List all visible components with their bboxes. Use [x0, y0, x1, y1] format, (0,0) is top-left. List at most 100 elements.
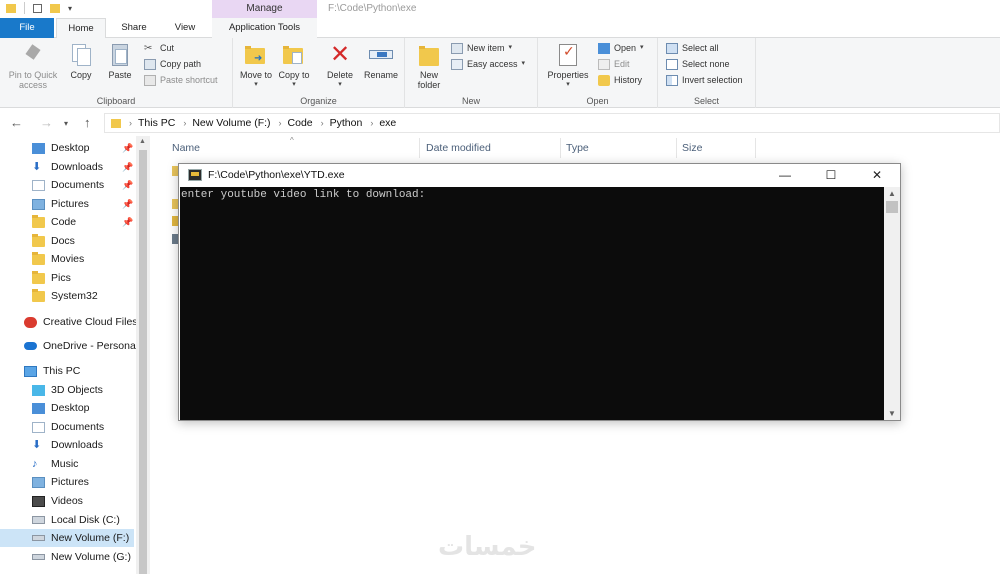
- nav-item-desktop[interactable]: Desktop 📌: [32, 139, 133, 157]
- delete-button[interactable]: ✕ Delete ▾: [321, 42, 359, 90]
- copy-path-button[interactable]: Copy path: [144, 57, 201, 71]
- nav-item-label: Desktop: [51, 402, 90, 414]
- tab-view[interactable]: View: [162, 18, 208, 38]
- nav-item-code[interactable]: Code 📌: [32, 213, 133, 231]
- nav-item-onedrive[interactable]: OneDrive - Personal: [24, 337, 138, 355]
- up-arrow-icon[interactable]: ↑: [84, 115, 91, 130]
- column-divider[interactable]: [419, 138, 420, 158]
- pin-icon[interactable]: 📌: [122, 176, 133, 194]
- forward-arrow-icon[interactable]: →: [40, 115, 53, 130]
- minimize-button[interactable]: —: [762, 164, 808, 187]
- console-output[interactable]: enter youtube video link to download:: [180, 187, 884, 420]
- rename-icon: [367, 42, 395, 68]
- paste-button[interactable]: Paste: [102, 42, 138, 80]
- nav-item-new-volume-f[interactable]: New Volume (F:): [0, 529, 134, 547]
- nav-item-label: Creative Cloud Files: [43, 316, 138, 328]
- recent-locations-icon[interactable]: ▾: [64, 119, 68, 128]
- nav-scrollbar-thumb[interactable]: [139, 150, 147, 574]
- tab-home[interactable]: Home: [56, 18, 106, 39]
- download-arrow-icon: ⬇: [32, 438, 42, 451]
- breadcrumb-python[interactable]: Python: [330, 117, 363, 129]
- nav-item-new-volume-g[interactable]: New Volume (G:): [32, 548, 131, 566]
- nav-item-docs[interactable]: Docs: [32, 232, 75, 250]
- nav-item-downloads[interactable]: ⬇ Downloads 📌: [32, 158, 133, 176]
- scroll-up-icon[interactable]: ▲: [139, 138, 146, 145]
- maximize-button[interactable]: ☐: [808, 164, 854, 187]
- tab-file[interactable]: File: [0, 18, 54, 38]
- tab-share[interactable]: Share: [110, 18, 158, 38]
- new-item-button[interactable]: New item ▾: [451, 41, 512, 55]
- history-button[interactable]: History: [598, 73, 642, 87]
- pin-quick-access-button[interactable]: Pin to Quick access: [4, 42, 62, 90]
- column-header-name[interactable]: Name: [172, 136, 200, 160]
- history-icon: [598, 74, 610, 86]
- copy-to-button[interactable]: Copy to ▾: [277, 42, 311, 90]
- edit-button[interactable]: Edit: [598, 57, 630, 71]
- customize-qat-icon[interactable]: ▾: [68, 4, 72, 13]
- select-all-button[interactable]: Select all: [666, 41, 719, 55]
- console-scrollbar[interactable]: ▲ ▼: [884, 187, 900, 420]
- properties-check-icon[interactable]: [33, 3, 42, 13]
- nav-item-pictures[interactable]: Pictures 📌: [32, 195, 133, 213]
- onedrive-cloud-icon: [24, 342, 37, 350]
- nav-item-music[interactable]: ♪ Music: [32, 455, 78, 473]
- console-title-bar[interactable]: F:\Code\Python\exe\YTD.exe — ☐ ✕: [179, 164, 900, 187]
- nav-item-3d-objects[interactable]: 3D Objects: [32, 381, 103, 399]
- new-folder-icon[interactable]: [50, 3, 60, 13]
- nav-item-downloads-pc[interactable]: ⬇ Downloads: [32, 436, 103, 454]
- tab-application-tools[interactable]: Application Tools: [212, 18, 317, 38]
- column-divider[interactable]: [560, 138, 561, 158]
- pin-icon[interactable]: 📌: [122, 213, 133, 231]
- nav-item-movies[interactable]: Movies: [32, 250, 84, 268]
- close-button[interactable]: ✕: [854, 164, 900, 187]
- properties-dropdown-icon: ▾: [566, 81, 570, 88]
- breadcrumb-new-volume-f[interactable]: New Volume (F:): [192, 117, 270, 129]
- console-window[interactable]: F:\Code\Python\exe\YTD.exe — ☐ ✕ enter y…: [178, 163, 901, 421]
- back-arrow-icon[interactable]: ←: [10, 115, 23, 130]
- clipboard-group-label: Clipboard: [96, 96, 136, 106]
- move-to-button[interactable]: ➜ Move to ▾: [239, 42, 273, 90]
- nav-item-creative-cloud[interactable]: Creative Cloud Files: [24, 313, 138, 331]
- cut-button[interactable]: ✂ Cut: [144, 41, 174, 55]
- nav-item-system32[interactable]: System32: [32, 287, 98, 305]
- breadcrumb-code[interactable]: Code: [288, 117, 313, 129]
- paste-shortcut-button[interactable]: Paste shortcut: [144, 73, 218, 87]
- copy-button[interactable]: Copy: [64, 42, 98, 80]
- console-app-icon: [188, 169, 202, 181]
- pin-icon[interactable]: 📌: [122, 158, 133, 176]
- breadcrumb-exe[interactable]: exe: [379, 117, 396, 129]
- nav-item-videos[interactable]: Videos: [32, 492, 83, 510]
- nav-item-this-pc[interactable]: This PC: [24, 362, 80, 380]
- scroll-up-icon[interactable]: ▲: [888, 189, 896, 198]
- column-header-date-modified[interactable]: Date modified: [426, 136, 491, 160]
- easy-access-button[interactable]: Easy access ▾: [451, 57, 525, 71]
- nav-item-pictures-pc[interactable]: Pictures: [32, 473, 89, 491]
- nav-item-pics[interactable]: Pics: [32, 269, 71, 287]
- console-scrollbar-thumb[interactable]: [886, 201, 898, 213]
- properties-button[interactable]: ✓ Properties ▾: [542, 42, 594, 90]
- pin-icon[interactable]: 📌: [122, 139, 133, 157]
- select-none-icon: [666, 58, 678, 70]
- select-none-button[interactable]: Select none: [666, 57, 730, 71]
- nav-item-documents-pc[interactable]: Documents: [32, 418, 104, 436]
- column-header-type[interactable]: Type: [566, 136, 589, 160]
- column-divider[interactable]: [755, 138, 756, 158]
- scroll-down-icon[interactable]: ▼: [888, 409, 896, 418]
- column-header-size[interactable]: Size: [682, 136, 702, 160]
- new-folder-button[interactable]: New folder: [411, 42, 447, 90]
- nav-item-label: Documents: [51, 421, 105, 433]
- column-divider[interactable]: [676, 138, 677, 158]
- address-bar[interactable]: › This PC › New Volume (F:) › Code › Pyt…: [104, 113, 1000, 133]
- select-all-icon: [666, 42, 678, 54]
- nav-item-local-disk-c[interactable]: Local Disk (C:): [32, 511, 120, 529]
- pin-icon[interactable]: 📌: [122, 195, 133, 213]
- rename-button[interactable]: Rename: [361, 42, 401, 80]
- open-button[interactable]: Open ▾: [598, 41, 644, 55]
- breadcrumb-this-pc[interactable]: This PC: [138, 117, 175, 129]
- nav-item-desktop-pc[interactable]: Desktop: [32, 399, 90, 417]
- nav-scrollbar[interactable]: ▲: [136, 136, 150, 574]
- open-group-label: Open: [586, 96, 609, 106]
- ribbon: Pin to Quick access Copy Paste ✂ Cut Cop…: [0, 38, 1000, 108]
- nav-item-documents[interactable]: Documents 📌: [32, 176, 133, 194]
- invert-selection-button[interactable]: Invert selection: [666, 73, 743, 87]
